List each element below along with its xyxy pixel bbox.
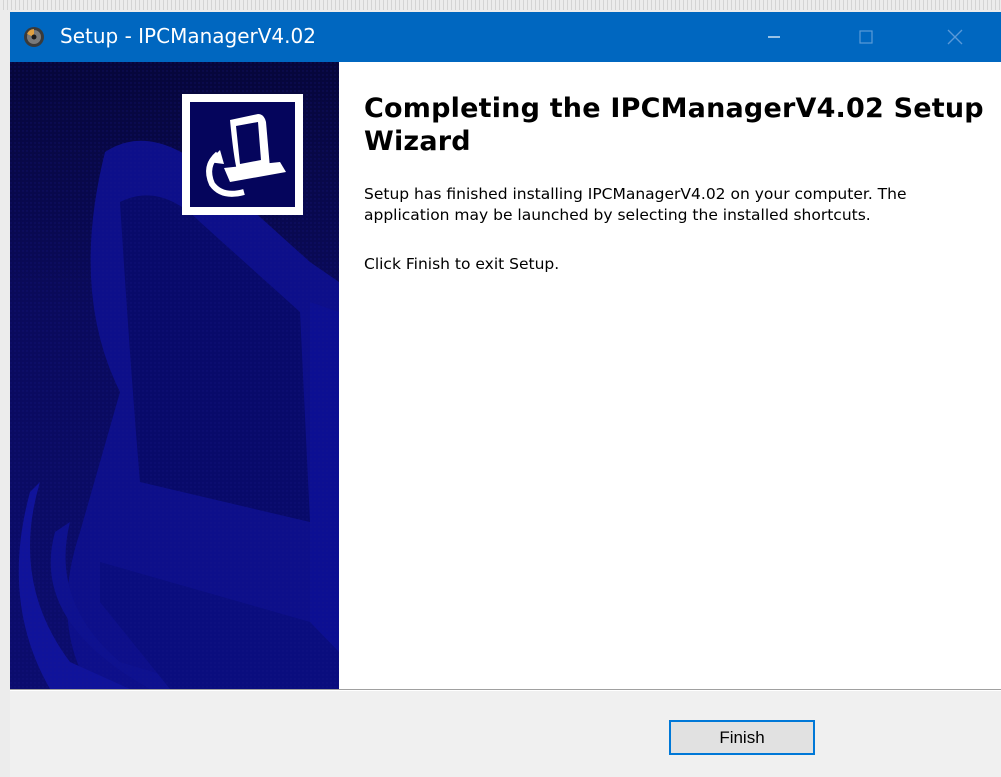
- wizard-heading: Completing the IPCManagerV4.02 Setup Wiz…: [364, 93, 984, 157]
- setup-disc-icon: [24, 27, 44, 47]
- maximize-icon: [859, 30, 873, 44]
- wizard-content: Completing the IPCManagerV4.02 Setup Wiz…: [364, 92, 984, 275]
- installer-logo: [182, 94, 303, 215]
- completion-message: Setup has finished installing IPCManager…: [364, 185, 907, 224]
- setup-window: Setup - IPCManagerV4.02 Completing the I…: [10, 12, 1001, 777]
- minimize-button[interactable]: [728, 12, 820, 62]
- wizard-side-banner: [10, 62, 339, 689]
- logo-background: [190, 102, 295, 207]
- title-bar[interactable]: Setup - IPCManagerV4.02: [10, 12, 1001, 62]
- desktop-background: [0, 0, 1001, 10]
- maximize-button: [820, 12, 912, 62]
- close-button: [909, 12, 1001, 62]
- wizard-page: Completing the IPCManagerV4.02 Setup Wiz…: [10, 62, 1001, 689]
- computer-install-icon: [206, 114, 286, 197]
- finish-button[interactable]: Finish: [669, 720, 815, 755]
- window-title: Setup - IPCManagerV4.02: [60, 24, 316, 48]
- wizard-footer: Finish: [10, 691, 1001, 777]
- close-icon: [947, 29, 963, 45]
- minimize-icon: [768, 36, 780, 38]
- exit-instruction: Click Finish to exit Setup.: [364, 255, 560, 273]
